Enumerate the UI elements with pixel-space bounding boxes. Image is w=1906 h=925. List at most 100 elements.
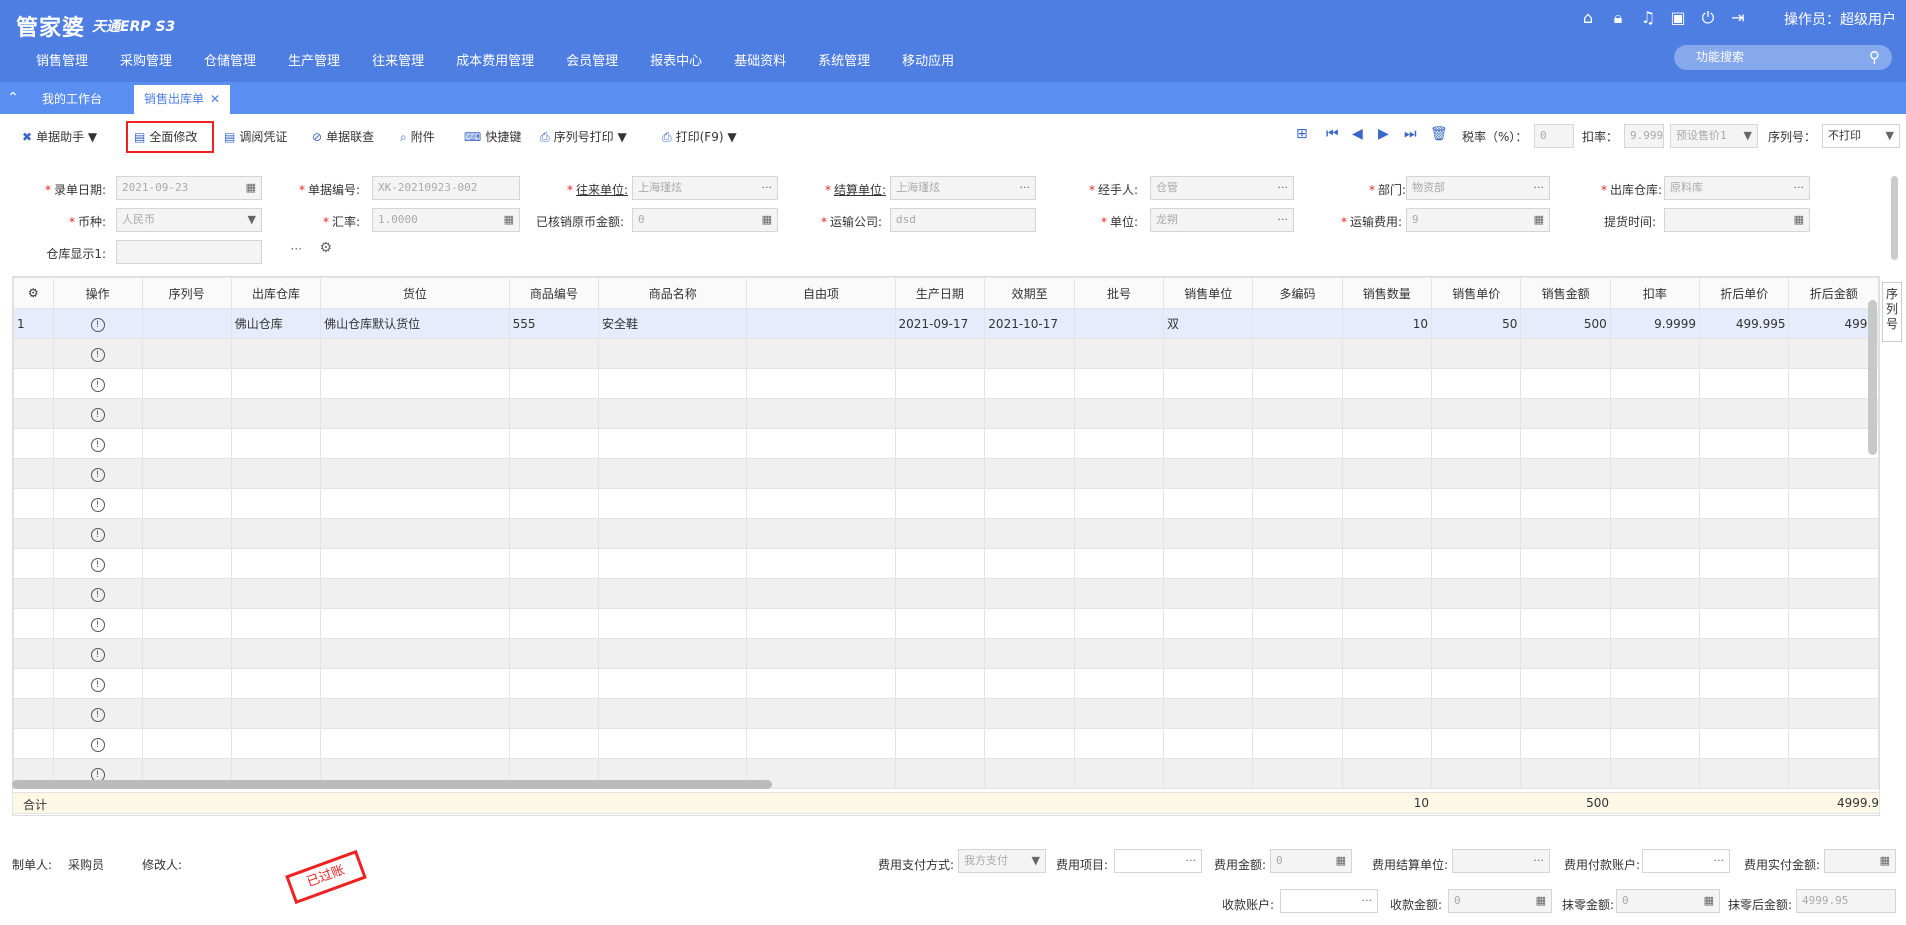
horizontal-scrollbar[interactable] — [12, 780, 772, 789]
cell-code[interactable]: 555 — [508, 308, 600, 339]
info-icon[interactable]: ! — [90, 317, 105, 332]
fee-actual-field[interactable]: ▦ — [1824, 849, 1896, 873]
info-icon[interactable]: ! — [90, 587, 105, 602]
power-icon[interactable]: ⏻ — [1698, 8, 1718, 28]
info-icon[interactable]: ! — [90, 557, 105, 572]
unit-field[interactable]: 龙朔 ··· — [1150, 208, 1294, 232]
recv-account-field[interactable]: ··· — [1280, 889, 1378, 913]
side-tab-serial[interactable]: 序列号 — [1882, 282, 1902, 342]
warehouse-field[interactable]: 原料库 ··· — [1664, 176, 1810, 200]
cell-name[interactable]: 安全鞋 — [598, 308, 748, 339]
grid-settings-icon[interactable]: ⚙ — [13, 277, 54, 309]
verified-field[interactable]: 0 ▦ — [632, 208, 778, 232]
table-row[interactable]: ! — [13, 668, 1879, 699]
more-icon[interactable]: ··· — [286, 242, 302, 256]
last-icon[interactable]: ⏭ — [1404, 126, 1417, 142]
table-row[interactable]: ! — [13, 578, 1879, 609]
table-row[interactable]: ! — [13, 698, 1879, 729]
form-scrollbar[interactable] — [1891, 176, 1898, 260]
info-icon[interactable]: ! — [90, 377, 105, 392]
table-row[interactable]: ! — [13, 458, 1879, 489]
info-icon[interactable]: ! — [90, 467, 105, 482]
table-row[interactable]: 1 ! 佛山仓库 佛山仓库默认货位 555 安全鞋 2021-09-17 202… — [13, 308, 1879, 339]
chevron-up-icon[interactable]: ⌃ — [0, 82, 26, 114]
table-row[interactable]: ! — [13, 368, 1879, 399]
next-icon[interactable]: ▶ — [1378, 126, 1389, 142]
pay-method-select[interactable]: 我方支付 ▼ — [958, 849, 1046, 873]
cell-disc-amount[interactable]: 4999 — [1788, 308, 1879, 339]
lock-icon[interactable]: 🔒︎ — [1608, 8, 1628, 28]
nav-reports[interactable]: 报表中心 — [634, 53, 718, 71]
cell-warehouse[interactable]: 佛山仓库 — [230, 308, 322, 339]
assistant-button[interactable]: ✖ 单据助手 ▼ — [22, 126, 97, 148]
cell-discount[interactable]: 9.9999 — [1609, 308, 1701, 339]
table-row[interactable]: ! — [13, 338, 1879, 369]
table-row[interactable]: ! — [13, 518, 1879, 549]
add-icon[interactable]: ⊞ — [1296, 126, 1308, 142]
table-row[interactable]: ! — [13, 638, 1879, 669]
shipper-field[interactable]: dsd — [890, 208, 1036, 232]
info-icon[interactable]: ! — [90, 347, 105, 362]
nav-purchase[interactable]: 采购管理 — [104, 53, 188, 71]
link-query-button[interactable]: ⊘ 单据联查 — [312, 126, 374, 148]
voucher-button[interactable]: ▤ 调阅凭证 — [224, 126, 287, 148]
cell-unit[interactable]: 双 — [1163, 308, 1254, 339]
recv-amount-field[interactable]: 0 ▦ — [1448, 889, 1552, 913]
cell-disc-price[interactable]: 499.995 — [1699, 308, 1790, 339]
delivery-field[interactable]: ▦ — [1664, 208, 1810, 232]
shortcut-button[interactable]: ⌨ 快捷键 — [464, 126, 521, 148]
info-icon[interactable]: ! — [90, 677, 105, 692]
info-icon[interactable]: ! — [90, 437, 105, 452]
prev-icon[interactable]: ◀ — [1352, 126, 1363, 142]
after-round-field[interactable]: 4999.95 — [1796, 889, 1896, 913]
freight-field[interactable]: 9 ▦ — [1406, 208, 1550, 232]
round-field[interactable]: 0 ▦ — [1616, 889, 1720, 913]
info-icon[interactable]: ! — [90, 527, 105, 542]
cell-expiry[interactable]: 2021-10-17 — [984, 308, 1076, 339]
info-icon[interactable]: ! — [90, 407, 105, 422]
info-icon[interactable]: ! — [90, 707, 105, 722]
nav-cost[interactable]: 成本费用管理 — [440, 53, 550, 71]
print-button[interactable]: ⎙ 打印(F9) ▼ — [662, 126, 737, 148]
table-row[interactable]: ! — [13, 428, 1879, 459]
operator-label[interactable]: 操作员：超级用户 — [1784, 9, 1896, 29]
nav-accounts[interactable]: 往来管理 — [356, 53, 440, 71]
nav-basic[interactable]: 基础资料 — [718, 53, 802, 71]
attachment-button[interactable]: ⌕ 附件 — [400, 126, 435, 148]
nav-system[interactable]: 系统管理 — [802, 53, 886, 71]
dept-field[interactable]: 物资部 ··· — [1406, 176, 1550, 200]
nav-member[interactable]: 会员管理 — [550, 53, 634, 71]
serial-print-button[interactable]: ⎙ 序列号打印 ▼ — [540, 126, 627, 148]
info-icon[interactable]: ! — [90, 737, 105, 752]
screen-icon[interactable]: ▣ — [1668, 8, 1688, 28]
table-row[interactable]: ! — [13, 608, 1879, 639]
table-row[interactable]: ! — [13, 398, 1879, 429]
currency-select[interactable]: 人民币 ▼ — [116, 208, 262, 232]
first-icon[interactable]: ⏮ — [1326, 126, 1339, 142]
warehouse-display-field[interactable] — [116, 240, 262, 264]
home-icon[interactable]: ⌂ — [1578, 8, 1598, 28]
vertical-scrollbar[interactable] — [1868, 300, 1877, 455]
close-icon[interactable]: ✕ — [210, 92, 220, 106]
gear-icon[interactable]: ⚙ — [316, 240, 332, 256]
date-field[interactable]: 2021-09-23 ▦ — [116, 176, 262, 200]
partner-field[interactable]: 上海瑾炫 ··· — [632, 176, 778, 200]
info-icon[interactable]: ! — [90, 617, 105, 632]
fee-item-field[interactable]: ··· — [1114, 849, 1202, 873]
logout-icon[interactable]: ⇥ — [1728, 8, 1748, 28]
fee-account-field[interactable]: ··· — [1642, 849, 1730, 873]
no-field[interactable]: XK-20210923-002 — [372, 176, 520, 200]
delete-icon[interactable]: 🗑︎ — [1430, 126, 1448, 142]
nav-production[interactable]: 生产管理 — [272, 53, 356, 71]
bell-icon[interactable]: ♫ — [1638, 8, 1658, 28]
nav-mobile[interactable]: 移动应用 — [886, 53, 970, 71]
table-row[interactable]: ! — [13, 548, 1879, 579]
nav-warehouse[interactable]: 仓储管理 — [188, 53, 272, 71]
search-icon[interactable]: ⚲ — [1869, 45, 1880, 70]
tab-workbench[interactable]: 我的工作台 — [32, 85, 112, 114]
rate-field[interactable]: 1.0000 ▦ — [372, 208, 520, 232]
info-icon[interactable]: ! — [90, 647, 105, 662]
info-icon[interactable]: ! — [90, 497, 105, 512]
price-select[interactable]: 预设售价1 ▼ — [1670, 124, 1758, 148]
handler-field[interactable]: 仓管 ··· — [1150, 176, 1294, 200]
